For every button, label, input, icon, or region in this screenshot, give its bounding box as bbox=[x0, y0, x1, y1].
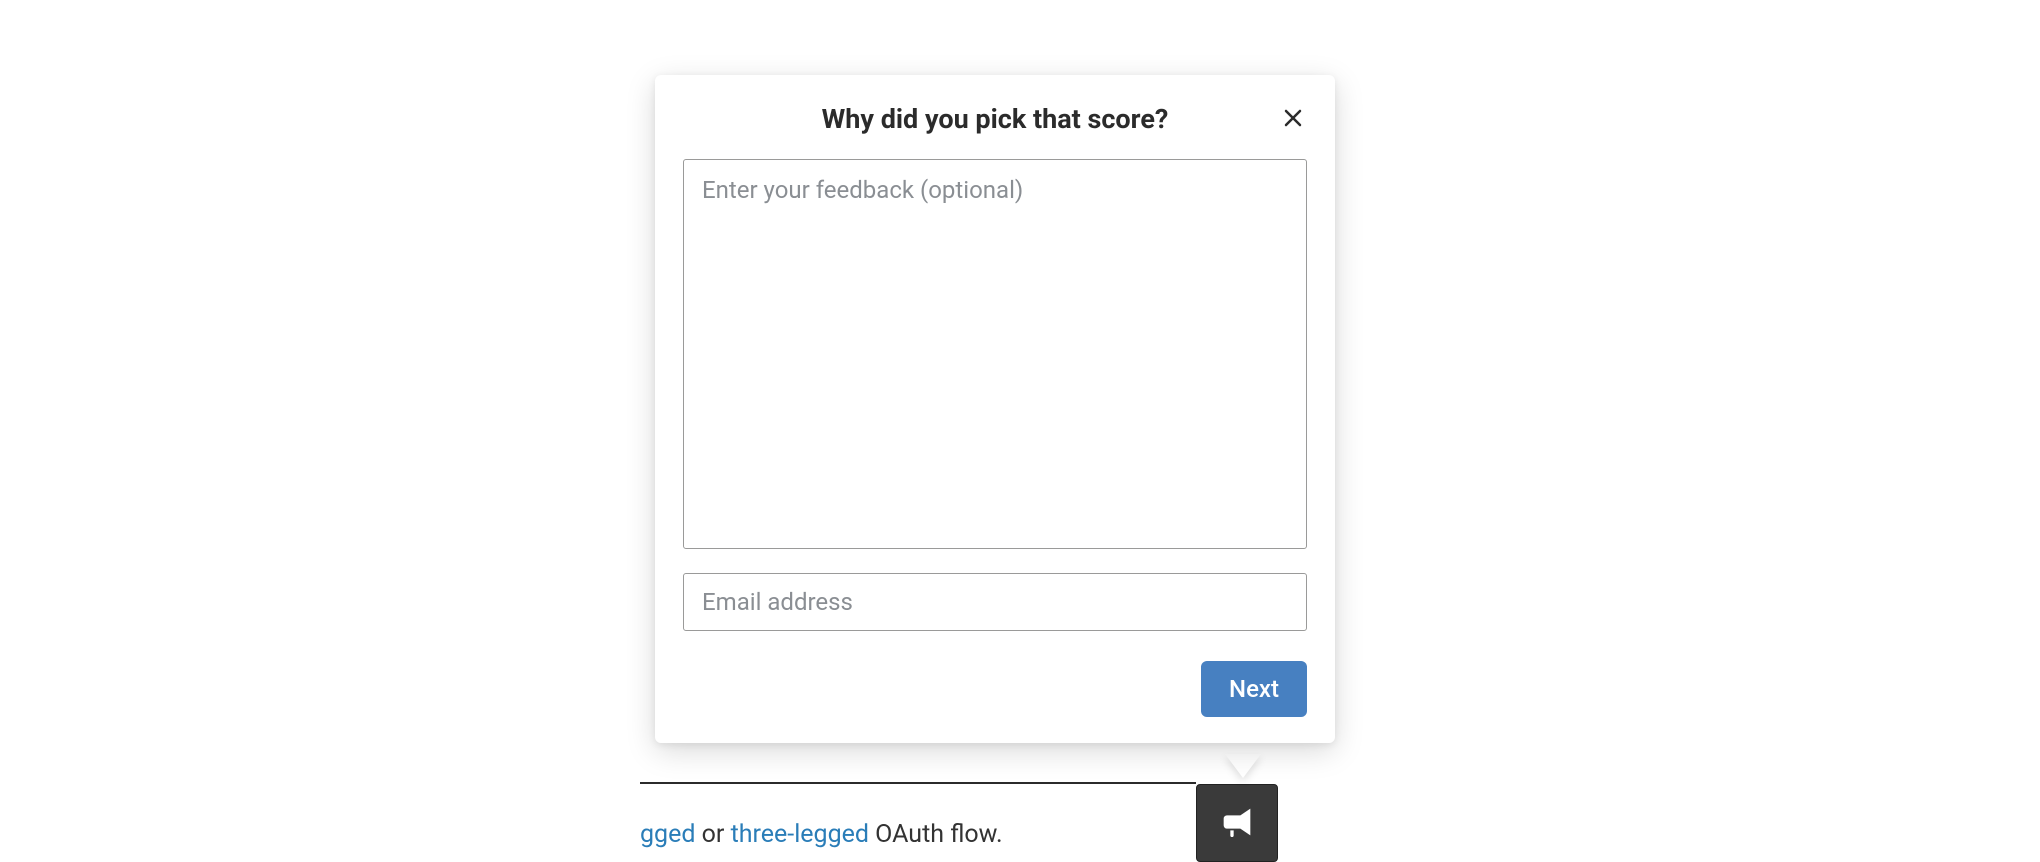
divider-line bbox=[640, 782, 1196, 784]
text-oauth-flow: OAuth flow. bbox=[869, 820, 1003, 849]
popover-footer: Next bbox=[683, 661, 1307, 717]
feedback-textarea[interactable] bbox=[683, 159, 1307, 549]
feedback-popover: Why did you pick that score? Next bbox=[655, 75, 1335, 743]
popover-title: Why did you pick that score? bbox=[822, 103, 1169, 135]
background-text-fragment: gged or three-legged OAuth flow. bbox=[640, 820, 1003, 849]
link-three-legged[interactable]: three-legged bbox=[731, 820, 869, 849]
link-fragment-gged[interactable]: gged bbox=[640, 820, 695, 849]
close-button[interactable] bbox=[1279, 105, 1307, 133]
popover-arrow bbox=[1225, 754, 1261, 778]
megaphone-icon bbox=[1217, 802, 1257, 845]
email-field[interactable] bbox=[683, 573, 1307, 631]
text-or: or bbox=[695, 820, 730, 849]
popover-header: Why did you pick that score? bbox=[683, 103, 1307, 135]
close-icon bbox=[1281, 106, 1305, 133]
next-button[interactable]: Next bbox=[1201, 661, 1307, 717]
feedback-trigger-button[interactable] bbox=[1196, 784, 1278, 862]
